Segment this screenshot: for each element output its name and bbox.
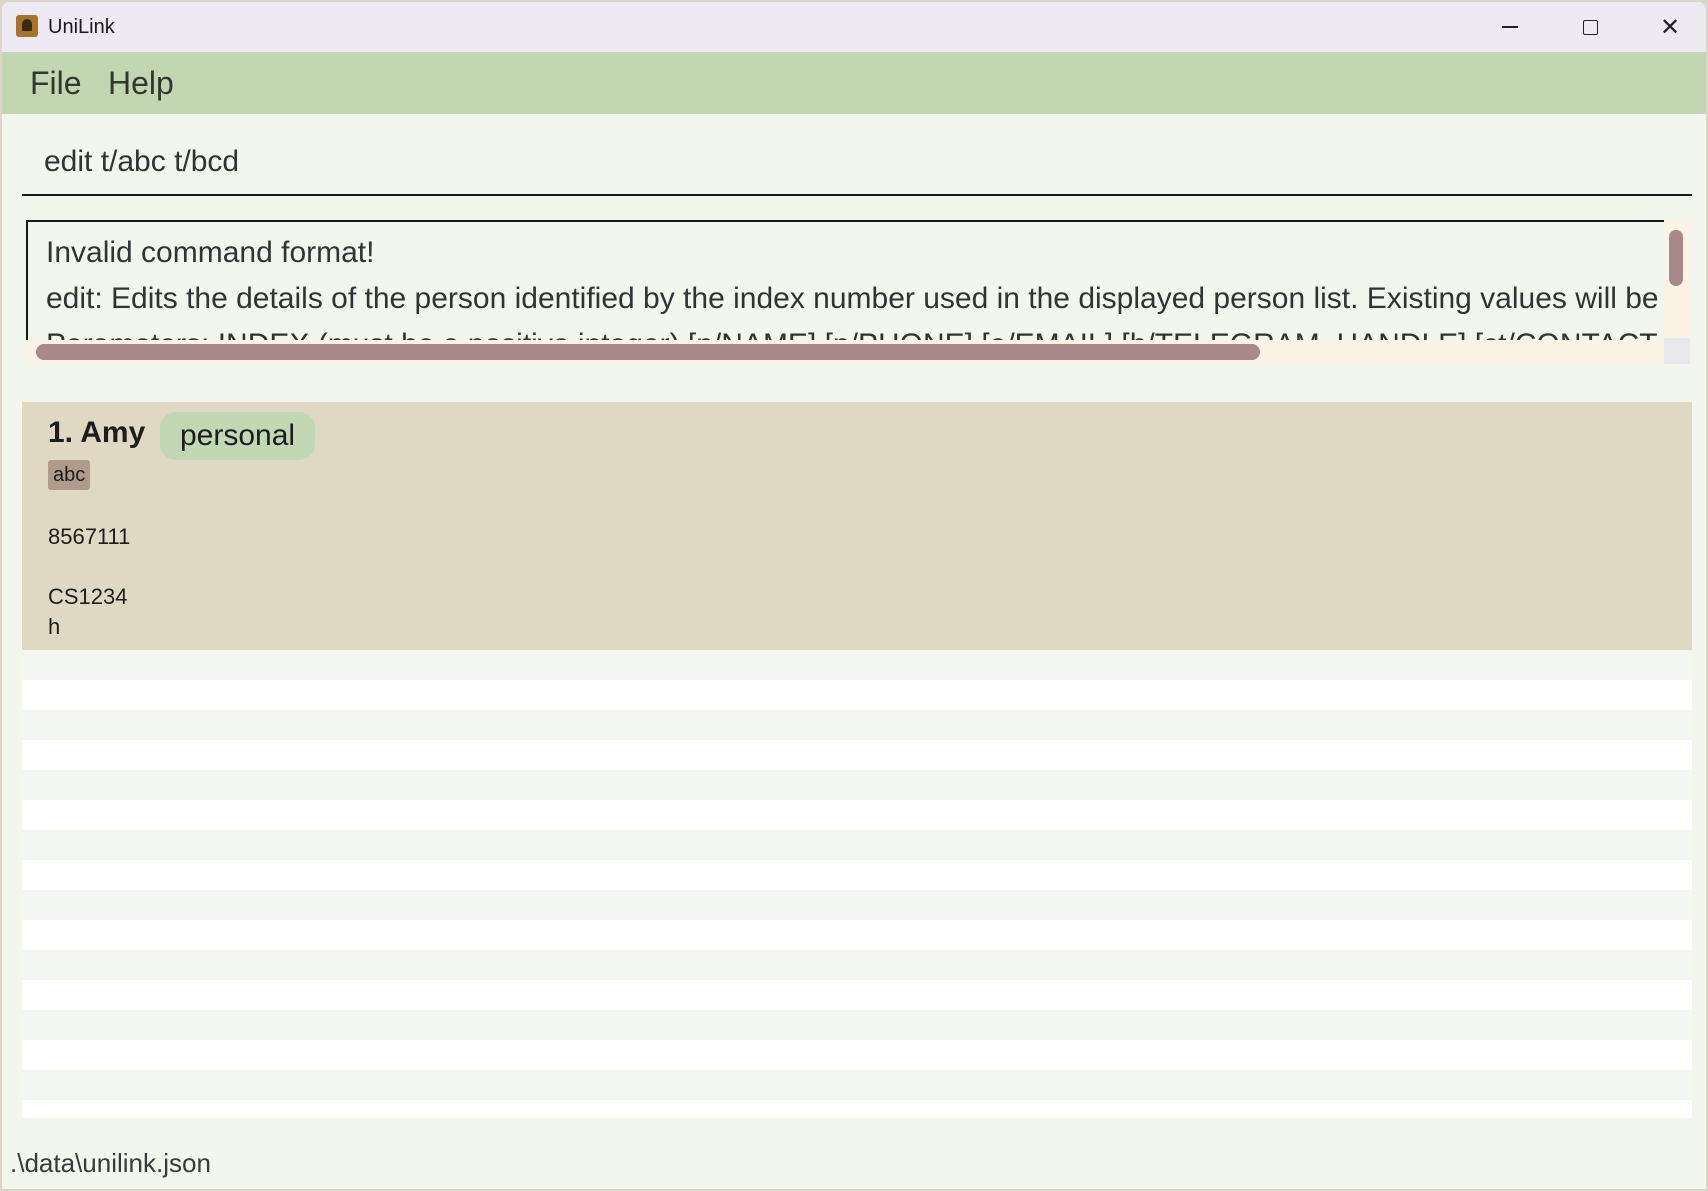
person-card[interactable]: 1. Amy personal abc 8567111 CS1234 h bbox=[22, 402, 1692, 650]
empty-list-row bbox=[22, 770, 1692, 800]
person-list: 1. Amy personal abc 8567111 CS1234 h bbox=[22, 402, 1692, 1118]
close-icon: ✕ bbox=[1659, 13, 1681, 41]
empty-list-row bbox=[22, 710, 1692, 740]
person-name: 1. Amy bbox=[48, 416, 146, 449]
menu-bar: File Help bbox=[2, 52, 1706, 114]
address-book-icon bbox=[16, 15, 38, 37]
empty-list-row bbox=[22, 800, 1692, 830]
menu-file[interactable]: File bbox=[30, 65, 82, 102]
person-phone: 8567111 bbox=[48, 524, 131, 549]
minimize-icon bbox=[1502, 26, 1518, 28]
tag-badge: abc bbox=[48, 460, 91, 490]
empty-list-row bbox=[22, 980, 1692, 1010]
empty-list-row bbox=[22, 1010, 1692, 1040]
status-bar: .\data\unilink.json bbox=[2, 1132, 1706, 1189]
window-title: UniLink bbox=[48, 16, 115, 38]
maximize-icon bbox=[1582, 19, 1598, 35]
result-line: Invalid command format! bbox=[46, 236, 375, 269]
empty-list-row bbox=[22, 920, 1692, 950]
command-input[interactable] bbox=[42, 142, 1646, 182]
title-bar[interactable]: UniLink ✕ bbox=[2, 2, 1706, 52]
empty-list-row bbox=[22, 950, 1692, 980]
command-box bbox=[22, 132, 1692, 196]
result-line: Parameters: INDEX (must be a positive in… bbox=[46, 328, 1664, 340]
result-line: edit: Edits the details of the person id… bbox=[46, 282, 1664, 315]
main-window: UniLink ✕ File Help Invalid command form… bbox=[2, 2, 1706, 1189]
empty-list-row bbox=[22, 860, 1692, 890]
empty-list-row bbox=[22, 650, 1692, 680]
vertical-scrollbar[interactable] bbox=[1669, 230, 1683, 286]
empty-list-row bbox=[22, 680, 1692, 710]
person-module: CS1234 bbox=[48, 584, 128, 609]
maximize-button[interactable] bbox=[1550, 2, 1630, 52]
person-telegram-handle: h bbox=[48, 614, 61, 639]
empty-list-row bbox=[22, 1070, 1692, 1100]
result-display: Invalid command format! edit: Edits the … bbox=[26, 220, 1690, 364]
contact-type-badge: personal bbox=[160, 412, 316, 460]
empty-list-row bbox=[22, 1100, 1692, 1118]
scroll-corner bbox=[1664, 338, 1690, 364]
empty-list-row bbox=[22, 830, 1692, 860]
minimize-button[interactable] bbox=[1470, 2, 1550, 52]
close-button[interactable]: ✕ bbox=[1630, 2, 1706, 52]
horizontal-scrollbar[interactable] bbox=[36, 344, 1260, 360]
empty-list-row bbox=[22, 890, 1692, 920]
menu-help[interactable]: Help bbox=[108, 65, 174, 102]
empty-list-row bbox=[22, 740, 1692, 770]
save-file-path: .\data\unilink.json bbox=[10, 1148, 211, 1178]
result-text-area[interactable]: Invalid command format! edit: Edits the … bbox=[26, 220, 1664, 340]
empty-list-row bbox=[22, 1040, 1692, 1070]
